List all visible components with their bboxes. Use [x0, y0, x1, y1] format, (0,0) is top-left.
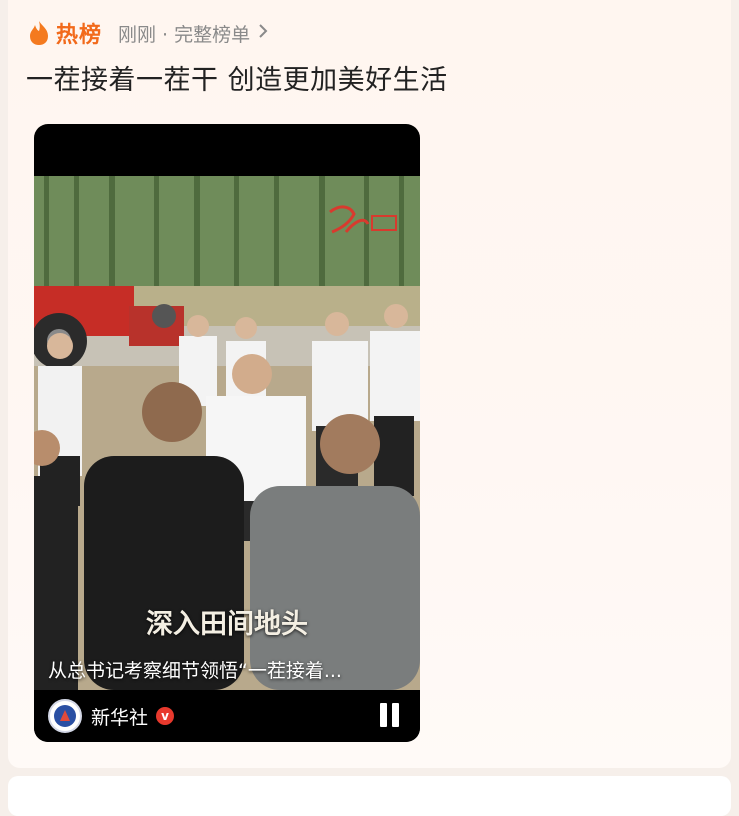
video-caption-title: 深入田间地头: [146, 609, 308, 640]
chevron-right-icon: [258, 23, 268, 44]
flame-icon: [28, 20, 50, 46]
verified-badge-icon: v: [156, 707, 175, 725]
hot-header: 热榜 刚刚 · 完整榜单: [28, 18, 268, 48]
account-name[interactable]: 新华社: [91, 703, 148, 730]
headline[interactable]: 一茬接着一茬干 创造更加美好生活: [26, 58, 448, 97]
account-avatar[interactable]: [48, 699, 82, 733]
account-logo-icon: [54, 705, 76, 727]
hot-label: 热榜: [56, 23, 103, 48]
video-control-bar: 新华社 v: [34, 690, 420, 742]
full-list-link[interactable]: 刚刚 · 完整榜单: [118, 20, 268, 47]
broadcaster-logo: [324, 202, 402, 246]
video-player[interactable]: 深入田间地头 从总书记考察细节领悟“一茬接着... 新华社 v: [34, 124, 420, 742]
pause-icon[interactable]: [378, 703, 402, 729]
update-time-label: 刚刚 · 完整榜单: [118, 23, 251, 46]
video-caption-subtitle: 从总书记考察细节领悟“一茬接着...: [48, 660, 342, 682]
next-card: [8, 776, 731, 816]
